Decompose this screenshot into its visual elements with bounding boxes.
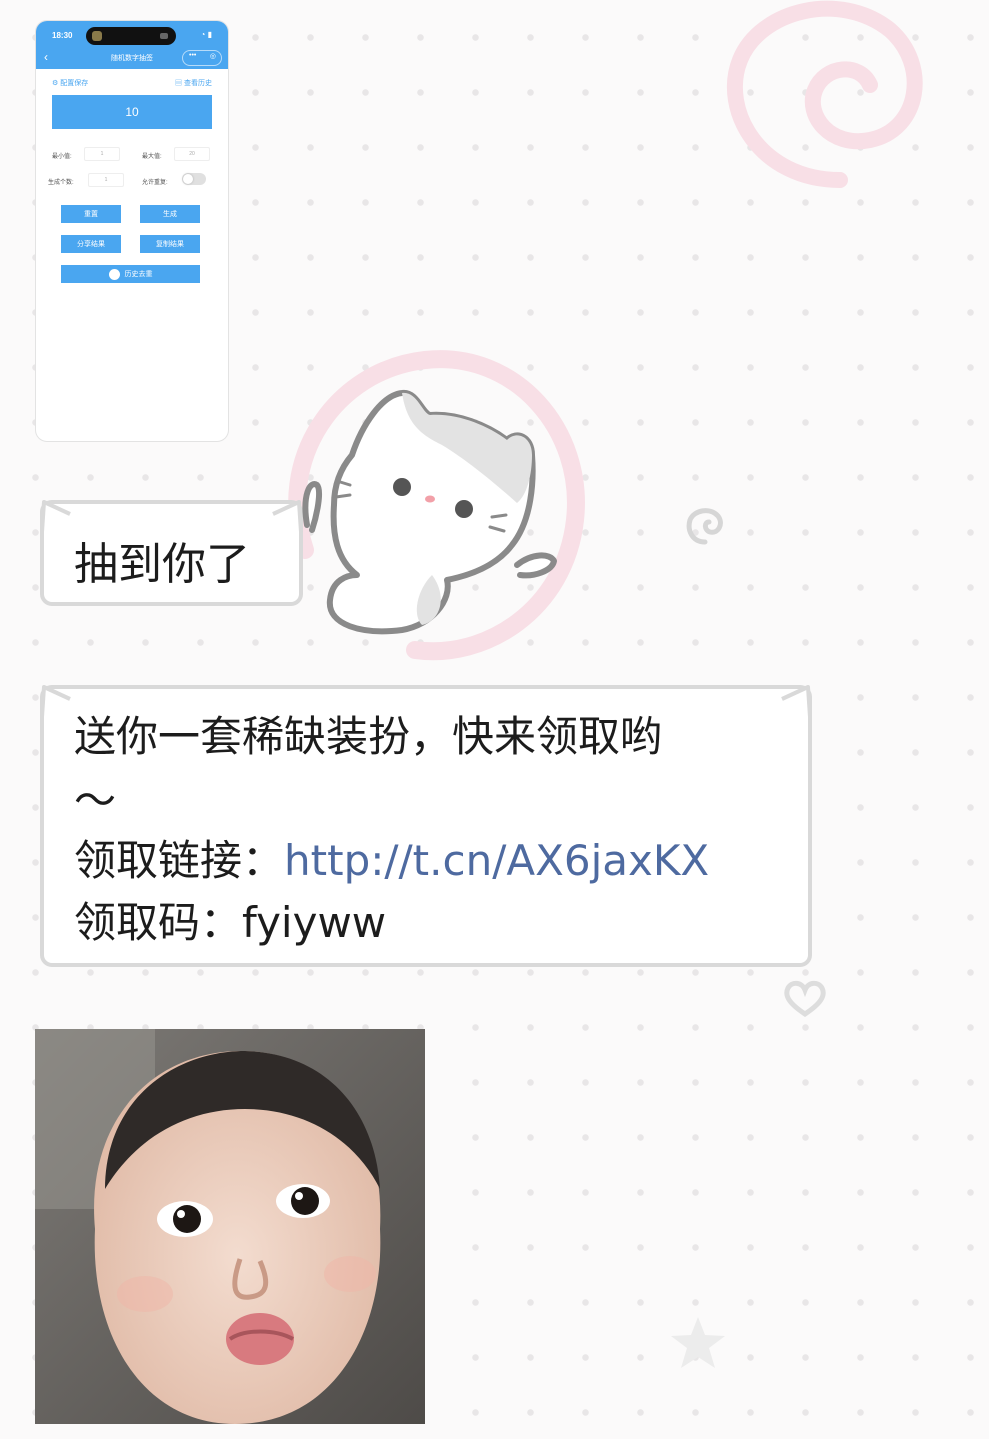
count-input[interactable]: 1 <box>88 173 124 187</box>
view-history-link[interactable]: ▤ 查看历史 <box>175 78 212 88</box>
baby-face-illustration <box>35 1029 425 1424</box>
star-icon <box>671 1317 725 1368</box>
status-bar: 18:30 ◔ ▮ <box>36 21 228 47</box>
app-screenshot[interactable]: 18:30 ◔ ▮ ‹ 随机数字抽签 ••• ◎ ⚙ 配置保存 ▤ 查看历史 1… <box>35 20 229 442</box>
message-text-1: 抽到你了 <box>74 539 250 590</box>
claim-link[interactable]: http://t.cn/AX6jaxKX <box>284 836 709 885</box>
message-bubble-1: 抽到你了 <box>40 500 303 606</box>
cat-sticker-icon <box>302 389 557 635</box>
count-label: 生成个数: <box>48 180 74 186</box>
signal-battery-icon: ◔ ▮ <box>200 30 212 39</box>
message-2-line-1: 送你一套稀缺装扮，快来领取哟 <box>74 712 663 761</box>
history-dedupe-button[interactable]: 历史去重 <box>61 265 200 283</box>
pink-swirl-top-icon <box>727 0 923 188</box>
link-label: 领取链接： <box>74 836 285 885</box>
code-label: 领取码： <box>74 898 243 947</box>
heart-icon <box>784 980 826 1018</box>
min-label: 最小值: <box>52 154 72 160</box>
repeat-label: 允许重复: <box>142 180 168 186</box>
history-doc-icon: ▤ <box>175 80 183 87</box>
share-result-button[interactable]: 分享结果 <box>61 235 121 253</box>
message-bubble-2: 送你一套稀缺装扮，快来领取哟 ～ 领取链接：http://t.cn/AX6jax… <box>40 685 812 967</box>
claim-code: fyiyww <box>242 898 387 947</box>
max-label: 最大值: <box>142 154 162 160</box>
generate-button[interactable]: 生成 <box>140 205 200 223</box>
status-time: 18:30 <box>52 31 73 40</box>
history-dedupe-icon <box>108 268 120 280</box>
repeat-toggle[interactable] <box>182 173 206 185</box>
dynamic-island <box>86 27 176 45</box>
max-input[interactable]: 20 <box>174 147 210 161</box>
reset-button[interactable]: 重置 <box>61 205 121 223</box>
close-target-icon[interactable]: ◎ <box>210 52 216 60</box>
min-input[interactable]: 1 <box>84 147 120 161</box>
gear-icon: ⚙ <box>52 80 59 87</box>
copy-result-button[interactable]: 复制结果 <box>140 235 200 253</box>
message-2-line-2: ～ <box>74 776 117 825</box>
app-navbar: ‹ 随机数字抽签 ••• ◎ <box>36 47 228 69</box>
small-swirl-icon <box>686 508 723 545</box>
message-2-code-line: 领取码：fyiyww <box>74 889 386 950</box>
config-save-link[interactable]: ⚙ 配置保存 <box>52 78 88 88</box>
baby-photo-sticker[interactable] <box>35 1029 425 1424</box>
result-display: 10 <box>52 95 212 129</box>
message-2-link-line: 领取链接：http://t.cn/AX6jaxKX <box>74 827 709 888</box>
more-icon[interactable]: ••• <box>189 52 196 59</box>
mini-program-capsule[interactable]: ••• ◎ <box>182 50 222 66</box>
